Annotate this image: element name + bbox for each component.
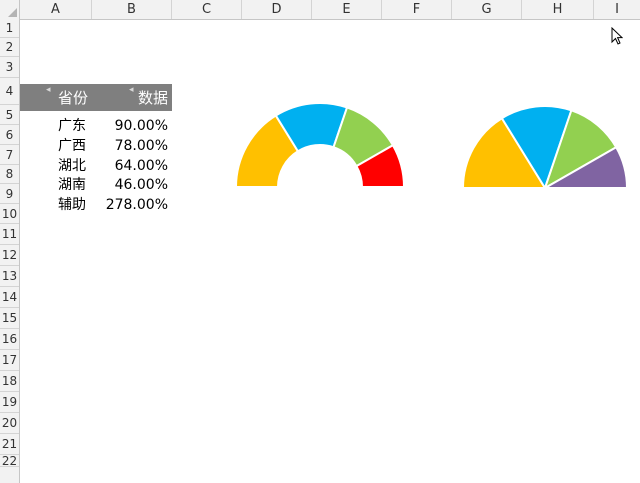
row-header-10[interactable]: 10 xyxy=(0,204,19,224)
filter-icon: ◂ xyxy=(46,85,51,95)
pie-half-chart[interactable] xyxy=(460,100,630,195)
row-header-11[interactable]: 11 xyxy=(0,224,19,245)
mouse-pointer-icon xyxy=(611,27,623,45)
filter-icon: ◂ xyxy=(129,85,134,95)
cell-value[interactable]: 78.00% xyxy=(92,136,168,156)
column-header-g[interactable]: G xyxy=(452,0,522,19)
row-header-9[interactable]: 9 xyxy=(0,184,19,204)
header-province[interactable]: 省份 xyxy=(58,88,88,108)
row-header-1[interactable]: 1 xyxy=(0,19,19,38)
cell-province[interactable]: 湖南 xyxy=(58,175,86,195)
cell-province[interactable]: 湖北 xyxy=(58,156,86,176)
column-header-bar: A B C D E F G H I xyxy=(0,0,640,20)
row-header-7[interactable]: 7 xyxy=(0,145,19,165)
hidden-helper-slice[interactable] xyxy=(234,186,406,195)
cell-value[interactable]: 278.00% xyxy=(92,195,168,215)
cell-province[interactable]: 广西 xyxy=(58,136,86,156)
column-header-i[interactable]: I xyxy=(594,0,640,19)
hidden-helper-slice[interactable] xyxy=(461,187,629,195)
row-header-13[interactable]: 13 xyxy=(0,266,19,287)
row-header-14[interactable]: 14 xyxy=(0,287,19,308)
column-header-c[interactable]: C xyxy=(172,0,242,19)
row-header-15[interactable]: 15 xyxy=(0,308,19,329)
cell-value[interactable]: 46.00% xyxy=(92,175,168,195)
header-value[interactable]: 数据 xyxy=(138,88,168,108)
column-header-b[interactable]: B xyxy=(92,0,172,19)
row-header-19[interactable]: 19 xyxy=(0,392,19,413)
row-header-21[interactable]: 21 xyxy=(0,434,19,455)
column-header-f[interactable]: F xyxy=(382,0,452,19)
column-header-a[interactable]: A xyxy=(20,0,92,19)
spreadsheet: A B C D E F G H I 1 2 3 4 5 6 7 8 9 10 11 12 13 14 15 1… xyxy=(0,0,640,483)
cell-value[interactable]: 90.00% xyxy=(92,116,168,136)
row-header-5[interactable]: 5 xyxy=(0,105,19,125)
row-header-6[interactable]: 6 xyxy=(0,125,19,145)
column-header-e[interactable]: E xyxy=(312,0,382,19)
row-header-16[interactable]: 16 xyxy=(0,329,19,350)
cell-value[interactable]: 64.00% xyxy=(92,156,168,176)
row-header-18[interactable]: 18 xyxy=(0,371,19,392)
row-header-20[interactable]: 20 xyxy=(0,413,19,434)
cell-province[interactable]: 广东 xyxy=(58,116,86,136)
row-header-8[interactable]: 8 xyxy=(0,165,19,184)
select-all-triangle-icon xyxy=(8,8,17,17)
cell-province[interactable]: 辅助 xyxy=(58,195,86,215)
row-header-2[interactable]: 2 xyxy=(0,38,19,57)
select-all-button[interactable] xyxy=(0,0,20,19)
row-header-17[interactable]: 17 xyxy=(0,350,19,371)
row-header-12[interactable]: 12 xyxy=(0,245,19,266)
column-header-d[interactable]: D xyxy=(242,0,312,19)
column-header-h[interactable]: H xyxy=(522,0,594,19)
row-header-3[interactable]: 3 xyxy=(0,57,19,78)
row-header-4[interactable]: 4 xyxy=(0,78,19,105)
doughnut-half-chart[interactable] xyxy=(230,95,410,195)
row-header-22[interactable]: 22 xyxy=(0,455,19,467)
